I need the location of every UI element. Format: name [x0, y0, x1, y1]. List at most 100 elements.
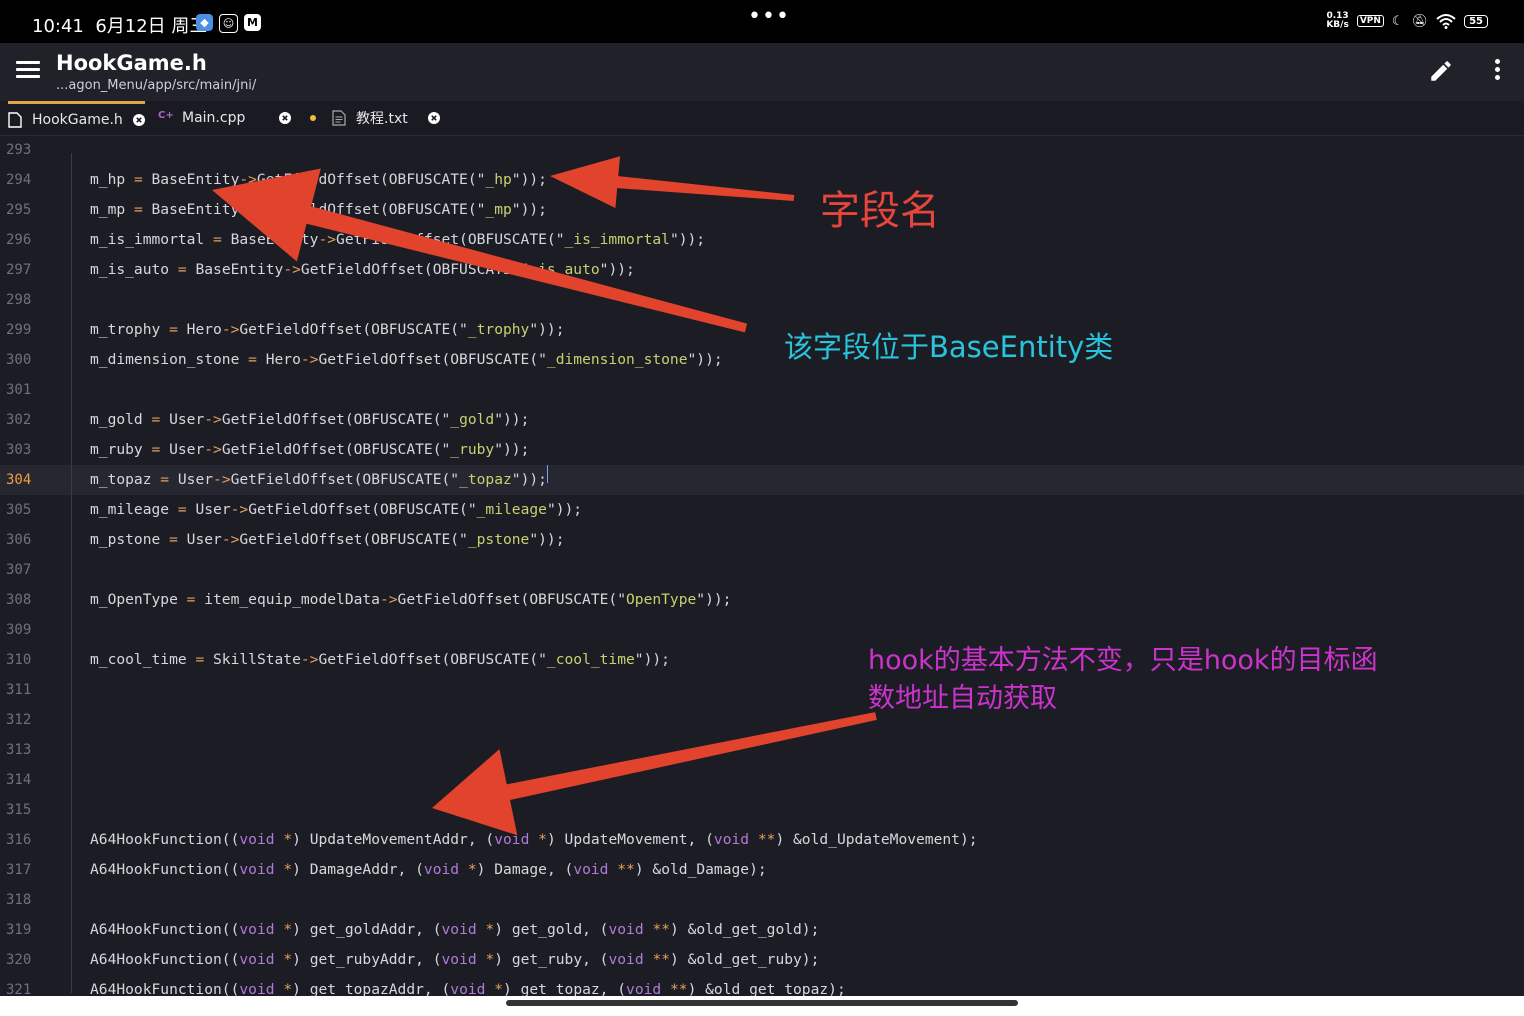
text-file-icon [332, 110, 346, 126]
tab-label: HookGame.h [32, 111, 123, 128]
bell-muted-icon: 🔕︎ [1411, 13, 1429, 29]
tab-label: Main.cpp [182, 110, 246, 126]
status-bar: 10:41 6月12日 周三 ◆ ☺ M ••• 0.13 KB/s VPN ☾… [0, 0, 1524, 43]
more-vert-icon[interactable] [1487, 59, 1507, 85]
tab-bar: HookGame.h C+ Main.cpp 教程.txt [0, 101, 1524, 136]
code-line[interactable]: 297 m_is_auto = BaseEntity->GetFieldOffse… [0, 243, 1524, 285]
battery-icon: 55 [1464, 14, 1488, 28]
line-number: 308 [6, 592, 32, 608]
line-number: 297 [6, 262, 32, 278]
code-text: A64HookFunction((void *) get_rubyAddr, (… [90, 951, 820, 968]
code-line[interactable]: 313 [0, 723, 1524, 765]
close-tab-icon[interactable] [279, 112, 292, 124]
code-text: m_OpenType = item_equip_modelData->GetFi… [90, 591, 732, 608]
code-line[interactable]: 306 m_pstone = User->GetFieldOffset(OBFUS… [0, 513, 1524, 555]
code-line[interactable]: 309 [0, 603, 1524, 645]
indent-guide [71, 453, 72, 483]
code-text: m_mp = BaseEntity->GetFieldOffset(OBFUSC… [90, 201, 547, 218]
code-editor[interactable]: 293 294 m_hp = BaseEntity->GetFieldOffset(… [0, 135, 1524, 996]
line-number: 302 [6, 412, 32, 428]
more-dots-icon[interactable]: ••• [748, 4, 790, 29]
line-number: 320 [6, 952, 32, 968]
code-line[interactable]: 294 m_hp = BaseEntity->GetFieldOffset(OBF… [0, 153, 1524, 195]
indent-guide [71, 483, 72, 513]
code-line[interactable]: 301 [0, 363, 1524, 405]
line-number: 318 [6, 892, 32, 908]
line-number: 312 [6, 712, 32, 728]
line-number: 299 [6, 322, 32, 338]
cpp-file-icon: C+ [158, 110, 174, 121]
code-line[interactable]: 305 m_mileage = User->GetFieldOffset(OBFU… [0, 483, 1524, 525]
indent-guide [71, 273, 72, 303]
code-text: m_is_immortal = BaseEntity->GetFieldOffs… [90, 231, 706, 248]
file-path: ...agon_Menu/app/src/main/jni/ [56, 78, 257, 93]
line-number: 311 [6, 682, 32, 698]
line-number: 303 [6, 442, 32, 458]
indent-guide [71, 333, 72, 363]
indent-guide [71, 213, 72, 243]
code-line[interactable]: 317 A64HookFunction((void *) DamageAddr, … [0, 843, 1524, 885]
line-number: 306 [6, 532, 32, 548]
status-time: 10:41 6月12日 周三 [32, 16, 208, 37]
code-line[interactable]: 319 A64HookFunction((void *) get_goldAddr… [0, 903, 1524, 945]
code-line[interactable]: 299 m_trophy = Hero->GetFieldOffset(OBFUS… [0, 303, 1524, 345]
line-number: 298 [6, 292, 32, 308]
line-number: 294 [6, 172, 32, 188]
code-line[interactable]: 320 A64HookFunction((void *) get_rubyAddr… [0, 933, 1524, 975]
code-text: m_trophy = Hero->GetFieldOffset(OBFUSCAT… [90, 321, 565, 338]
code-line[interactable]: 296 m_is_immortal = BaseEntity->GetFieldO… [0, 213, 1524, 255]
code-line[interactable]: 316 A64HookFunction((void *) UpdateMoveme… [0, 813, 1524, 855]
line-number: 305 [6, 502, 32, 518]
code-line[interactable]: 295 m_mp = BaseEntity->GetFieldOffset(OBF… [0, 183, 1524, 225]
code-line[interactable]: 300 m_dimension_stone = Hero->GetFieldOff… [0, 333, 1524, 375]
code-line[interactable]: 302 m_gold = User->GetFieldOffset(OBFUSCA… [0, 393, 1524, 435]
line-number: 301 [6, 382, 32, 398]
tab-tutorial-txt[interactable]: 教程.txt [310, 101, 440, 135]
tab-main-cpp[interactable]: C+ Main.cpp [158, 101, 292, 135]
code-line[interactable]: 303 m_ruby = User->GetFieldOffset(OBFUSCA… [0, 423, 1524, 465]
net-speed: 0.13 KB/s [1326, 11, 1349, 30]
close-tab-icon[interactable] [132, 113, 145, 126]
line-number: 314 [6, 772, 32, 788]
code-text: A64HookFunction((void *) DamageAddr, (vo… [90, 861, 767, 878]
code-line[interactable]: 315 [0, 783, 1524, 825]
code-text: m_topaz = User->GetFieldOffset(OBFUSCATE… [90, 465, 548, 495]
close-tab-icon[interactable] [427, 112, 440, 124]
code-line[interactable]: 308 m_OpenType = item_equip_modelData->Ge… [0, 573, 1524, 615]
code-line[interactable]: 307 [0, 543, 1524, 585]
indent-guide [71, 423, 72, 453]
code-text: A64HookFunction((void *) get_topazAddr, … [90, 981, 846, 996]
annotation-field-name: 字段名 [820, 188, 940, 234]
app-bar: HookGame.h ...agon_Menu/app/src/main/jni… [0, 43, 1524, 101]
line-number: 310 [6, 652, 32, 668]
indent-guide [71, 393, 72, 423]
indent-guide [71, 543, 72, 573]
indent-guide [71, 903, 72, 933]
pencil-edit-icon[interactable] [1428, 58, 1454, 84]
home-indicator[interactable] [0, 996, 1524, 1016]
code-line[interactable]: 298 [0, 273, 1524, 315]
indent-guide [71, 843, 72, 873]
code-line[interactable]: 304 m_topaz = User->GetFieldOffset(OBFUSC… [0, 453, 1524, 495]
hamburger-menu-icon[interactable] [16, 61, 40, 81]
code-text: A64HookFunction((void *) get_goldAddr, (… [90, 921, 820, 938]
code-line[interactable]: 321 A64HookFunction((void *) get_topazAdd… [0, 963, 1524, 996]
code-text: m_hp = BaseEntity->GetFieldOffset(OBFUSC… [90, 171, 547, 188]
indent-guide [71, 723, 72, 753]
code-text: m_mileage = User->GetFieldOffset(OBFUSCA… [90, 501, 583, 518]
indent-guide [71, 963, 72, 993]
code-line[interactable]: 293 [0, 135, 1524, 165]
line-number: 296 [6, 232, 32, 248]
vpn-icon: VPN [1356, 15, 1384, 27]
tab-hookgame-h[interactable]: HookGame.h [8, 101, 145, 135]
code-line[interactable]: 318 [0, 873, 1524, 915]
code-line[interactable]: 314 [0, 753, 1524, 795]
line-number: 295 [6, 202, 32, 218]
indent-guide [71, 693, 72, 723]
indent-guide [71, 153, 72, 183]
line-number: 313 [6, 742, 32, 758]
indent-guide [71, 753, 72, 783]
indent-guide [71, 603, 72, 633]
mail-notification-icon: M [244, 14, 261, 31]
code-text: m_pstone = User->GetFieldOffset(OBFUSCAT… [90, 531, 565, 548]
